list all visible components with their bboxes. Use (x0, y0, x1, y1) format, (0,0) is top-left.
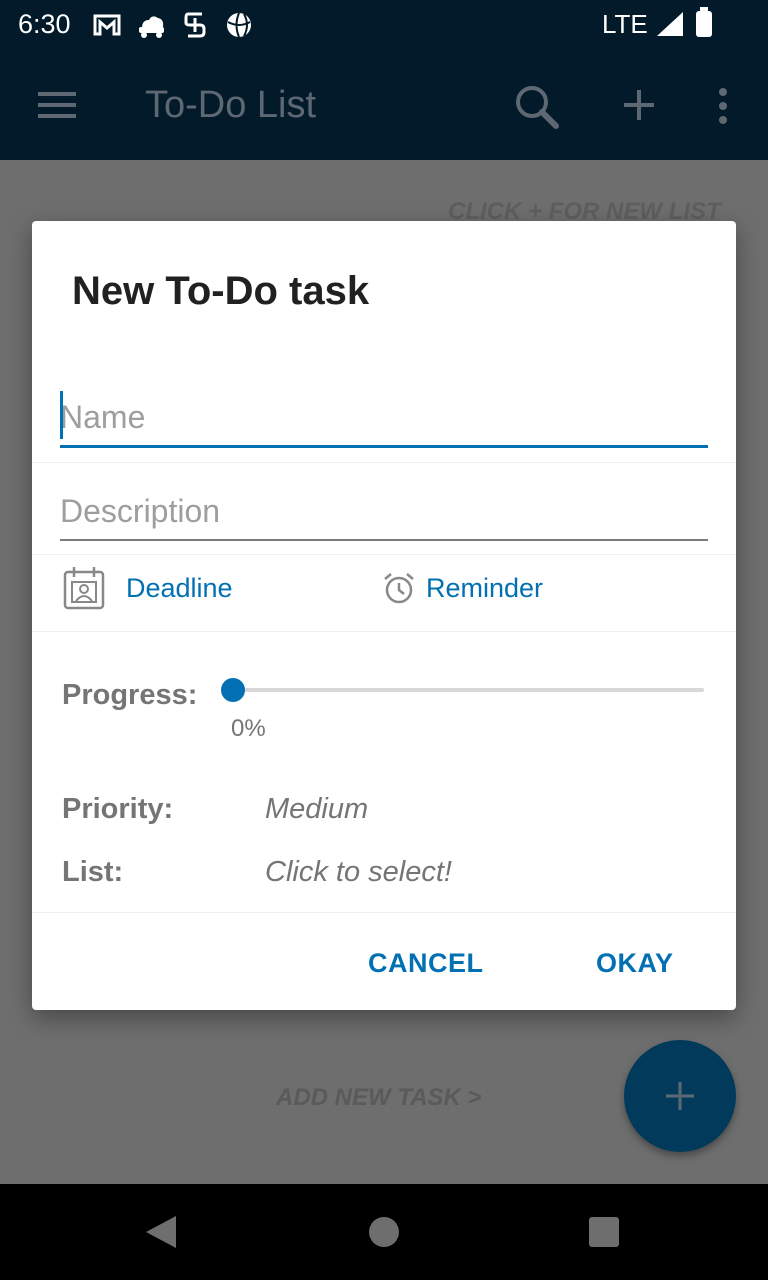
add-new-task-link[interactable]: ADD NEW TASK > (276, 1084, 482, 1112)
divider (32, 912, 736, 913)
add-task-fab[interactable] (624, 1040, 736, 1152)
deadline-button[interactable]: Deadline (126, 573, 233, 604)
okay-button[interactable]: OKAY (588, 939, 682, 987)
sync-icon (180, 10, 210, 40)
notification-icons (92, 10, 254, 40)
divider (32, 462, 736, 463)
new-task-dialog: New To-Do task Deadline Reminder Progres… (32, 221, 736, 1010)
name-input[interactable] (60, 389, 708, 448)
progress-slider-thumb[interactable] (221, 678, 245, 702)
recents-icon[interactable] (589, 1217, 619, 1247)
add-icon (666, 1082, 694, 1110)
cloud-car-icon (136, 10, 166, 40)
alarm-icon[interactable] (382, 571, 416, 605)
sports-ball-icon (224, 10, 254, 40)
search-icon[interactable] (512, 82, 560, 130)
battery-icon (696, 7, 712, 37)
progress-slider-track[interactable] (232, 688, 704, 692)
cancel-button[interactable]: CANCEL (360, 939, 492, 987)
more-vert-icon[interactable] (716, 86, 730, 126)
priority-label: Priority: (62, 793, 174, 825)
back-icon[interactable] (145, 1215, 177, 1254)
home-icon[interactable] (369, 1217, 399, 1247)
progress-label: Progress: (62, 679, 198, 711)
text-cursor (60, 391, 63, 439)
priority-value[interactable]: Medium (265, 793, 368, 826)
calendar-icon[interactable] (62, 564, 106, 612)
navigation-bar (0, 1184, 768, 1280)
app-title: To-Do List (145, 84, 317, 126)
list-select[interactable]: Click to select! (265, 856, 452, 889)
dialog-title: New To-Do task (72, 269, 370, 313)
app-bar: To-Do List (0, 50, 768, 160)
signal-icon (656, 11, 684, 42)
gmail-icon (92, 10, 122, 40)
divider (32, 631, 736, 632)
reminder-button[interactable]: Reminder (426, 573, 543, 604)
description-input[interactable] (60, 483, 708, 541)
add-icon[interactable] (622, 88, 656, 122)
status-time: 6:30 (18, 9, 71, 39)
progress-value: 0% (231, 715, 266, 742)
menu-icon[interactable] (38, 90, 76, 120)
list-label: List: (62, 856, 124, 888)
status-bar: 6:30 LTE (0, 0, 768, 50)
divider (32, 554, 736, 555)
network-type: LTE (602, 9, 648, 39)
